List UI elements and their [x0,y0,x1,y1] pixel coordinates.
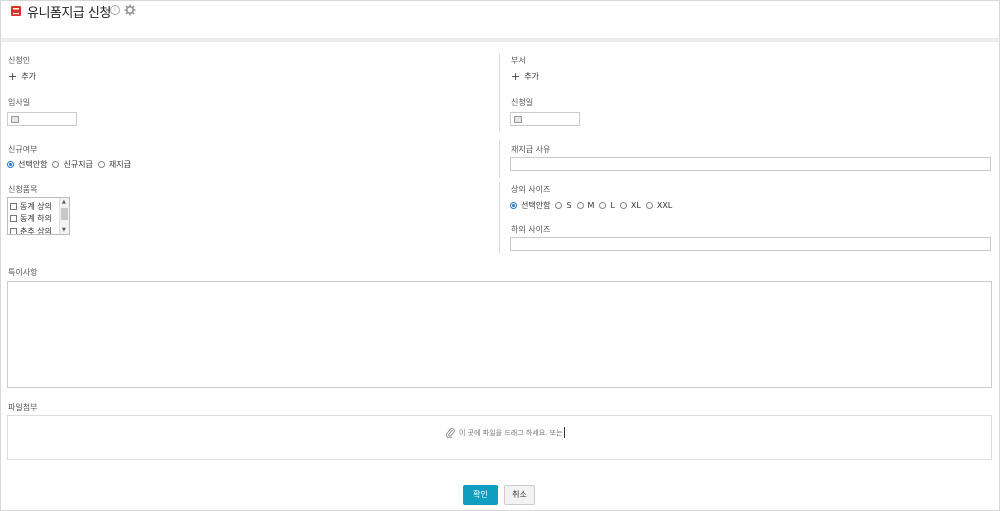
radio-button[interactable] [555,202,563,209]
radio-option[interactable]: 재지급 [97,159,131,170]
top-size-radio-group: 선택안함 S M L XL XXL [510,200,677,211]
radio-option[interactable]: XL [619,201,641,210]
header-divider [1,38,999,42]
dropzone-text: 이 곳에 파일을 드래그 하세요. 또는 [459,428,563,437]
radio-button[interactable] [619,202,627,209]
radio-button[interactable] [576,202,584,209]
radio-button[interactable] [7,161,14,168]
bottom-size-label: 하의 사이즈 [511,225,551,234]
add-department-label: 추가 [524,72,539,81]
radio-option[interactable]: L [599,201,615,210]
add-applicant-button[interactable]: + 추가 [8,70,36,83]
apply-date-label: 신청일 [511,98,534,107]
department-label: 부서 [511,56,526,65]
reissue-reason-label: 재지급 사유 [511,145,551,154]
bottom-size-input[interactable] [510,237,991,251]
new-status-label: 신규여부 [8,145,38,154]
apply-items-label: 신청품목 [8,185,38,194]
calendar-icon[interactable] [11,116,19,123]
paperclip-icon [446,428,455,438]
gear-icon[interactable] [124,4,136,16]
top-size-label: 상의 사이즈 [511,185,551,194]
radio-button[interactable] [52,161,60,168]
radio-option[interactable]: S [555,201,572,210]
notes-textarea[interactable] [7,281,992,388]
apply-items-listbox[interactable]: 동계 상의 동계 하의 춘추 상의 ▲ ▼ [7,197,70,235]
radio-option[interactable]: M [576,201,594,210]
page-header: 유니폼지급 신청 i [0,0,1000,38]
ok-button[interactable]: 확인 [463,485,498,505]
notes-label: 특이사항 [8,268,38,277]
applicant-label: 신청인 [8,56,31,65]
column-divider [499,54,500,132]
list-item[interactable]: 동계 상의 [10,201,52,212]
page-title: 유니폼지급 신청 [27,6,111,21]
list-item[interactable]: 동계 하의 [10,213,52,224]
scroll-thumb[interactable] [61,208,68,220]
join-date-field[interactable] [7,112,77,126]
radio-button[interactable] [599,202,607,209]
new-status-radio-group: 선택안함 신규지급 재지급 [7,159,136,170]
plus-icon: + [511,70,521,83]
info-icon[interactable]: i [110,5,120,15]
add-applicant-label: 추가 [21,72,36,81]
column-divider [499,140,500,178]
add-department-button[interactable]: + 추가 [511,70,539,83]
apply-date-field[interactable] [510,112,580,126]
join-date-label: 입사일 [8,98,31,107]
book-icon [11,6,21,16]
radio-option[interactable]: 선택안함 [510,200,550,211]
radio-option[interactable]: 신규지급 [52,159,93,170]
attachment-label: 파일첨부 [8,403,38,412]
dropzone-hint: 이 곳에 파일을 드래그 하세요. 또는 [446,427,565,438]
radio-option[interactable]: 선택안함 [7,159,47,170]
checkbox[interactable] [10,228,17,234]
cancel-button[interactable]: 취소 [504,485,535,505]
radio-button[interactable] [510,202,517,209]
reissue-reason-input[interactable] [510,157,991,171]
listbox-scrollbar[interactable]: ▲ ▼ [59,198,69,234]
radio-button[interactable] [645,202,653,209]
plus-icon: + [8,70,18,83]
checkbox[interactable] [10,215,17,222]
scroll-up-icon[interactable]: ▲ [62,199,66,205]
radio-button[interactable] [97,161,105,168]
file-dropzone[interactable]: 이 곳에 파일을 드래그 하세요. 또는 [7,415,992,460]
radio-option[interactable]: XXL [645,201,672,210]
text-caret [563,427,565,438]
column-divider [499,182,500,254]
checkbox[interactable] [10,203,17,210]
list-item[interactable]: 춘추 상의 [10,226,52,234]
calendar-icon[interactable] [514,116,522,123]
scroll-down-icon[interactable]: ▼ [62,227,66,233]
